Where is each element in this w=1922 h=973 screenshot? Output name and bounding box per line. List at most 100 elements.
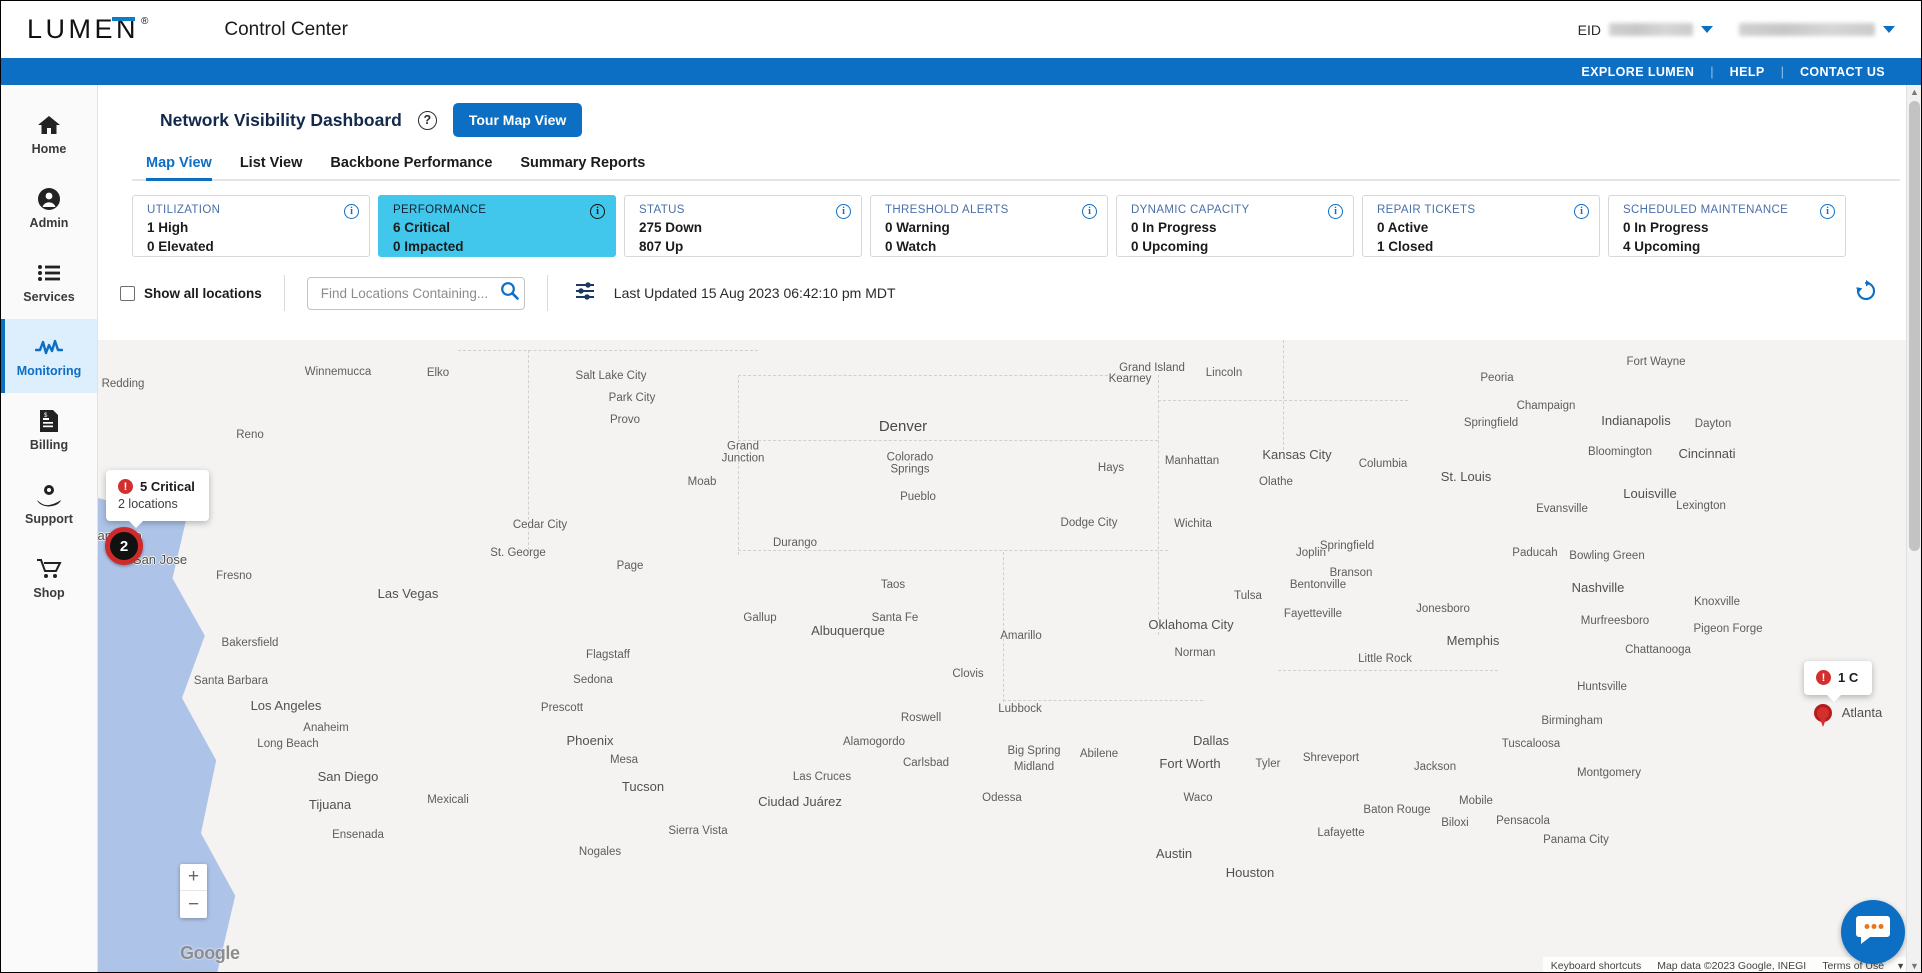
tab-list-view[interactable]: List View <box>226 155 317 179</box>
map-city-label: Norman <box>1175 647 1216 659</box>
sidebar-item-support[interactable]: Support <box>1 467 97 541</box>
tour-map-view-button[interactable]: Tour Map View <box>452 103 583 137</box>
city-name: Phoenix <box>566 732 614 748</box>
chevron-down-icon[interactable] <box>1883 26 1895 33</box>
zoom-in-button[interactable]: + <box>180 864 207 891</box>
kpi-line-1: 1 High <box>147 220 189 235</box>
sidebar-item-monitoring[interactable]: Monitoring <box>1 319 97 393</box>
sidebar-item-admin[interactable]: Admin <box>1 171 97 245</box>
keyboard-shortcuts-link[interactable]: Keyboard shortcuts <box>1542 957 1650 972</box>
map-city-label: Shreveport <box>1303 752 1359 764</box>
map-filter-bar: Show all locations Last Updated 15 Aug 2… <box>98 271 1921 315</box>
kpi-card-performance[interactable]: PERFORMANCE 6 Critical 0 Impacted i <box>378 195 616 257</box>
eid-selector[interactable]: EID <box>1578 22 1713 38</box>
chevron-down-icon[interactable] <box>1701 26 1713 33</box>
map-city-label: Bentonville <box>1290 579 1346 591</box>
map-cluster-marker[interactable]: 2 <box>105 527 143 565</box>
info-icon[interactable]: i <box>1328 204 1343 219</box>
kpi-line-2: 0 Watch <box>885 239 937 254</box>
info-icon[interactable]: i <box>344 204 359 219</box>
city-name: Mexicali <box>427 793 469 806</box>
city-name: Moab <box>687 475 717 488</box>
control-center-page: LUMEN ® Control Center EID EXPLORE LUMEN… <box>0 0 1922 973</box>
sliders-icon[interactable] <box>574 281 596 306</box>
city-name: Denver <box>878 417 928 435</box>
nav-explore-lumen[interactable]: EXPLORE LUMEN <box>1565 65 1710 79</box>
nav-help[interactable]: HELP <box>1714 65 1781 79</box>
city-name: Amarillo <box>1000 629 1042 642</box>
map-city-label: Murfreesboro <box>1581 615 1649 627</box>
info-icon[interactable]: i <box>1574 204 1589 219</box>
map-city-label: St. George <box>490 547 546 559</box>
info-icon[interactable]: i <box>1820 204 1835 219</box>
tab-map-view[interactable]: Map View <box>132 155 226 181</box>
kpi-title: STATUS <box>639 204 685 216</box>
location-search-box[interactable] <box>306 276 525 310</box>
city-name: Ciudad Juárez <box>758 793 842 809</box>
map-city-label: Albuquerque <box>811 623 885 638</box>
tab-summary-reports[interactable]: Summary Reports <box>506 155 659 179</box>
search-input[interactable] <box>318 284 500 302</box>
account-selector[interactable] <box>1739 23 1895 36</box>
city-name: Abilene <box>1079 747 1119 760</box>
city-name: Prescott <box>540 701 584 714</box>
city-name: Alamogordo <box>842 735 906 748</box>
zoom-out-button[interactable]: − <box>180 891 207 918</box>
map-city-label: Olathe <box>1259 476 1293 488</box>
city-name: Nashville <box>1571 579 1625 595</box>
map-city-label: Evansville <box>1536 503 1588 515</box>
city-name: Gallup <box>743 611 777 624</box>
kpi-card-threshold-alerts[interactable]: THRESHOLD ALERTS 0 Warning 0 Watch i <box>870 195 1108 257</box>
map-city-label: Columbia <box>1359 458 1408 470</box>
left-sidebar: Home Admin Services Monitoring $ Billing… <box>1 85 98 972</box>
show-all-locations-toggle[interactable]: Show all locations <box>120 285 262 301</box>
sidebar-item-billing[interactable]: $ Billing <box>1 393 97 467</box>
map-city-label: Biloxi <box>1441 817 1468 829</box>
sidebar-label: Monitoring <box>16 364 82 378</box>
kpi-line-1: 0 Warning <box>885 220 950 235</box>
sidebar-item-home[interactable]: Home <box>1 97 97 171</box>
map-city-label: St. Louis <box>1441 469 1492 484</box>
kpi-card-scheduled-maintenance[interactable]: SCHEDULED MAINTENANCE 0 In Progress 4 Up… <box>1608 195 1846 257</box>
kpi-card-status[interactable]: STATUS 275 Down 807 Up i <box>624 195 862 257</box>
scroll-up-arrow[interactable]: ▲ <box>1910 88 1919 97</box>
city-name: Anaheim <box>303 721 349 734</box>
scroll-down-arrow[interactable]: ▼ <box>1910 962 1919 971</box>
info-icon[interactable]: i <box>590 204 605 219</box>
tab-backbone-performance[interactable]: Backbone Performance <box>316 155 506 179</box>
dashboard-tabs: Map View List View Backbone Performance … <box>132 151 1900 181</box>
map-city-label: Los Angeles <box>251 698 322 713</box>
city-name: Branson <box>1329 566 1373 579</box>
info-icon[interactable]: i <box>1082 204 1097 219</box>
search-icon[interactable] <box>500 281 519 305</box>
city-name: Dallas <box>1192 732 1230 748</box>
info-icon[interactable]: i <box>836 204 851 219</box>
kpi-card-repair-tickets[interactable]: REPAIR TICKETS 0 Active 1 Closed i <box>1362 195 1600 257</box>
map-critical-pin[interactable] <box>1814 704 1832 722</box>
map-city-label: Paducah <box>1512 547 1557 559</box>
kpi-card-utilization[interactable]: UTILIZATION 1 High 0 Elevated i <box>132 195 370 257</box>
refresh-icon[interactable] <box>1855 279 1877 307</box>
map-canvas[interactable]: Redding Winnemucca Elko Salt Lake City Park … <box>98 340 1921 972</box>
map-city-label: Taos <box>881 579 905 591</box>
map-city-label: Park City <box>609 392 656 404</box>
scrollbar-thumb[interactable] <box>1909 101 1920 551</box>
city-name: Clovis <box>952 667 984 680</box>
checkbox[interactable] <box>120 285 135 301</box>
sidebar-item-shop[interactable]: Shop <box>1 541 97 615</box>
page-scrollbar[interactable]: ▲ ▼ <box>1906 85 1921 972</box>
map-city-label: Denver <box>878 417 928 435</box>
map-city-label: Page <box>617 560 644 572</box>
lumen-logo[interactable]: LUMEN ® <box>27 16 148 43</box>
chat-button[interactable] <box>1841 900 1905 964</box>
kpi-title: REPAIR TICKETS <box>1377 204 1476 216</box>
city-name: Tulsa <box>1234 589 1262 602</box>
city-name: Park City <box>608 391 656 404</box>
kpi-card-dynamic-capacity[interactable]: DYNAMIC CAPACITY 0 In Progress 0 Upcomin… <box>1116 195 1354 257</box>
nav-contact-us[interactable]: CONTACT US <box>1784 65 1901 79</box>
help-icon[interactable]: ? <box>417 110 437 130</box>
map-city-label: Las Vegas <box>378 586 439 601</box>
sidebar-item-services[interactable]: Services <box>1 245 97 319</box>
map-city-label: Elko <box>427 367 449 379</box>
map-city-label: Reno <box>236 429 264 441</box>
